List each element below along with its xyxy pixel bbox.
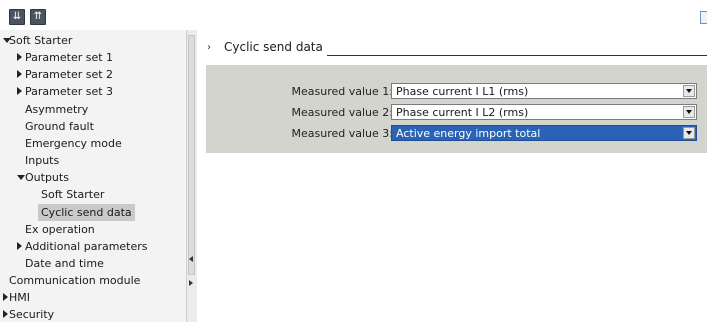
measured-value-1-dropdown[interactable]: Phase current I L1 (rms) [391, 83, 697, 99]
expanded-arrow-icon[interactable] [17, 175, 25, 181]
measured-value-2-label: Measured value 2: [291, 106, 393, 119]
measured-value-3-value: Active energy import total [396, 127, 541, 140]
tree-item[interactable]: Parameter set 1 [0, 49, 186, 66]
tree-item[interactable]: Additional parameters [0, 238, 186, 255]
chevron-down-icon[interactable] [683, 127, 695, 139]
tree-item-label: Cyclic send data [38, 203, 135, 221]
tree-item[interactable]: Soft Starter [0, 32, 186, 49]
tree-item[interactable]: Communication module [0, 272, 186, 289]
section-title: Cyclic send data [224, 40, 323, 54]
tree-item[interactable]: Date and time [0, 255, 186, 272]
measured-value-3-row: Measured value 3: Active energy import t… [206, 125, 707, 143]
collapsed-arrow-icon[interactable] [17, 87, 22, 96]
tree-item-label: Communication module [9, 274, 141, 288]
section-chevron-icon[interactable]: › [207, 42, 211, 53]
measured-value-2-dropdown[interactable]: Phase current I L2 (rms) [391, 104, 697, 120]
main-content: › Cyclic send data Measured value 1: Pha… [197, 30, 707, 322]
tree-item[interactable]: Ground fault [0, 118, 186, 135]
measured-value-2-value: Phase current I L2 (rms) [396, 106, 529, 119]
tree-item-label: Security [9, 308, 55, 322]
tree-item-label: HMI [9, 291, 31, 305]
tree-item[interactable]: HMI [0, 289, 186, 306]
tree-item-label: Asymmetry [25, 102, 89, 116]
scroll-left-icon[interactable] [189, 256, 193, 262]
measured-value-1-value: Phase current I L1 (rms) [396, 85, 529, 98]
collapsed-arrow-icon[interactable] [17, 53, 22, 62]
tree-item[interactable]: Inputs [0, 152, 186, 169]
chevron-down-icon[interactable] [683, 85, 695, 97]
chevron-down-icon[interactable] [683, 106, 695, 118]
tree-item[interactable]: Security [0, 306, 186, 323]
tree-item[interactable]: Outputs [0, 169, 186, 186]
tree-item[interactable]: Emergency mode [0, 135, 186, 152]
collapsed-arrow-icon[interactable] [3, 310, 8, 319]
section-divider [327, 55, 707, 56]
navigation-tree: Soft Starter Parameter set 1 Parameter set… [0, 30, 197, 322]
tree-item-label: Parameter set 3 [25, 85, 114, 99]
collapsed-arrow-icon[interactable] [17, 241, 22, 250]
collapse-all-icon[interactable]: ⇊ [9, 9, 25, 25]
tree-item-label: Parameter set 2 [25, 68, 114, 82]
measured-value-3-dropdown[interactable]: Active energy import total [391, 125, 697, 141]
tree-item-label: Soft Starter [41, 188, 105, 202]
tree-item[interactable]: Cyclic send data [0, 203, 186, 221]
tree-item-label: Parameter set 1 [25, 51, 114, 65]
scroll-right-icon[interactable] [189, 280, 193, 286]
tree-item-label: Inputs [25, 154, 60, 168]
tree-item[interactable]: Asymmetry [0, 101, 186, 118]
toolbar: ⇊ ⇈ [0, 0, 707, 30]
tree-item-label: Outputs [25, 171, 69, 185]
settings-panel: Measured value 1: Phase current I L1 (rm… [206, 65, 707, 153]
tree-item-label: Ex operation [25, 222, 95, 236]
measured-value-1-row: Measured value 1: Phase current I L1 (rm… [206, 83, 707, 101]
tree-item[interactable]: Ex operation [0, 221, 186, 238]
panel-toggle-icon[interactable] [700, 11, 707, 24]
tree-item-label: Emergency mode [25, 136, 122, 150]
measured-value-1-label: Measured value 1: [291, 85, 393, 98]
measured-value-2-row: Measured value 2: Phase current I L2 (rm… [206, 104, 707, 122]
tree-item-label: Date and time [25, 256, 104, 270]
tree-scrollbar[interactable] [186, 30, 197, 322]
tree-scrollbar-thumb[interactable] [188, 35, 195, 275]
tree-item-label: Soft Starter [9, 34, 73, 47]
tree-item[interactable]: Parameter set 2 [0, 66, 186, 83]
collapsed-arrow-icon[interactable] [3, 293, 8, 302]
measured-value-3-label: Measured value 3: [291, 127, 393, 140]
collapsed-arrow-icon[interactable] [17, 70, 22, 79]
tree-item[interactable]: Soft Starter [0, 186, 186, 203]
tree-item-label: Additional parameters [25, 239, 148, 253]
tree-item[interactable]: Parameter set 3 [0, 83, 186, 100]
expand-all-icon[interactable]: ⇈ [30, 9, 46, 25]
tree-item-label: Ground fault [25, 119, 94, 133]
